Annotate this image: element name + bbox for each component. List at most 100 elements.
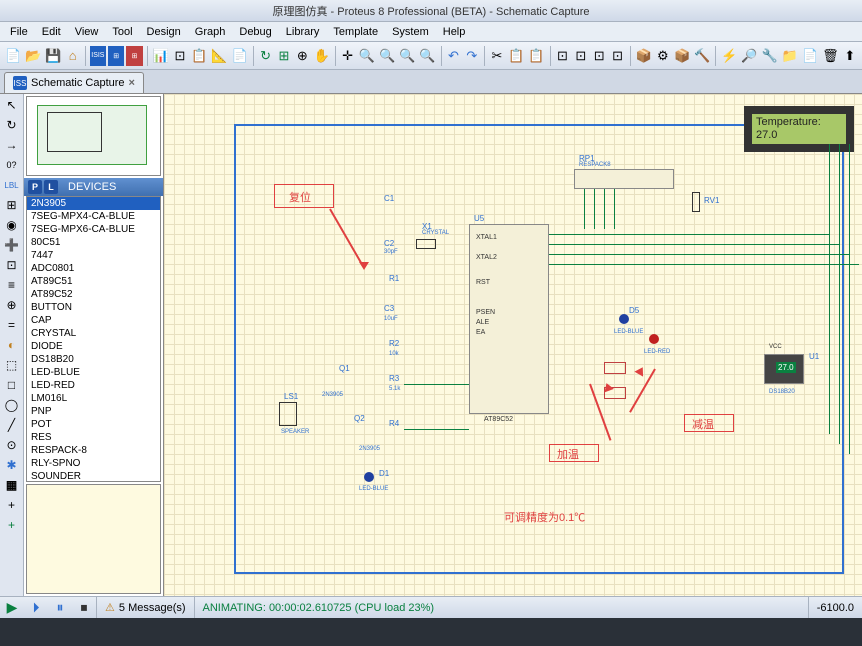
menu-library[interactable]: Library — [280, 24, 326, 40]
list-item[interactable]: DIODE — [27, 340, 160, 353]
wire-label-icon[interactable]: ⊞ — [2, 196, 22, 214]
copy-icon[interactable]: 📋 — [507, 46, 525, 66]
list-item[interactable]: 80C51 — [27, 236, 160, 249]
terminal-icon[interactable]: ≡ — [2, 276, 22, 294]
menu-help[interactable]: Help — [437, 24, 472, 40]
2d-path-icon[interactable]: ✱ — [2, 456, 22, 474]
list-item[interactable]: AT89C51 — [27, 275, 160, 288]
cut-icon[interactable]: ✂ — [489, 46, 505, 66]
tab-schematic[interactable]: ISS Schematic Capture × — [4, 72, 144, 93]
schematic-canvas[interactable]: Temperature: 27.0 U5 AT89C52 XTAL1 XTAL2… — [164, 94, 862, 596]
wire-auto-icon[interactable]: ⚡ — [720, 46, 738, 66]
step-button[interactable]: ⏵ — [25, 599, 47, 617]
undo-icon[interactable]: ↶ — [445, 46, 461, 66]
list-item[interactable]: SOUNDER — [27, 470, 160, 482]
button-heat[interactable] — [604, 362, 626, 374]
drc-icon[interactable]: 📐 — [210, 46, 228, 66]
vsm-icon[interactable]: ⊞ — [126, 46, 142, 66]
list-item[interactable]: 2N3905 — [27, 197, 160, 210]
menu-design[interactable]: Design — [141, 24, 187, 40]
home-icon[interactable]: ⌂ — [65, 46, 81, 66]
grid-icon[interactable]: ⊞ — [276, 46, 292, 66]
pause-button[interactable]: ⏸ — [49, 599, 71, 617]
graph-icon[interactable]: = — [2, 316, 22, 334]
package-icon[interactable]: 📦 — [673, 46, 691, 66]
block-move-icon[interactable]: ⊡ — [573, 46, 589, 66]
menu-debug[interactable]: Debug — [233, 24, 277, 40]
zoom-area-icon[interactable]: 🔍 — [418, 46, 436, 66]
menu-file[interactable]: File — [4, 24, 34, 40]
isis-icon[interactable]: ISIS — [90, 46, 106, 66]
open-icon[interactable]: 📂 — [24, 46, 42, 66]
menu-template[interactable]: Template — [327, 24, 384, 40]
new-sheet-icon[interactable]: 📄 — [801, 46, 819, 66]
text-script-icon[interactable]: ◉ — [2, 216, 22, 234]
list-item[interactable]: CRYSTAL — [27, 327, 160, 340]
play-button[interactable]: ▶ — [1, 599, 23, 617]
block-copy-icon[interactable]: ⊡ — [554, 46, 570, 66]
list-item[interactable]: 7SEG-MPX4-CA-BLUE — [27, 210, 160, 223]
close-icon[interactable]: × — [129, 77, 135, 89]
search-icon[interactable]: 🔎 — [740, 46, 758, 66]
pick-parts-icon[interactable]: P — [28, 180, 42, 194]
marker-icon[interactable]: + — [2, 516, 22, 534]
block-delete-icon[interactable]: ⊡ — [609, 46, 625, 66]
symbol-icon[interactable]: + — [2, 496, 22, 514]
stop-button[interactable]: ⏹ — [73, 599, 95, 617]
list-item[interactable]: RES — [27, 431, 160, 444]
redo-icon[interactable]: ↷ — [464, 46, 480, 66]
list-item[interactable]: ADC0801 — [27, 262, 160, 275]
2d-arc-icon[interactable]: ⊙ — [2, 436, 22, 454]
led-red[interactable] — [649, 334, 659, 344]
menu-system[interactable]: System — [386, 24, 435, 40]
ares-icon[interactable]: ⊞ — [108, 46, 124, 66]
menu-tool[interactable]: Tool — [106, 24, 138, 40]
overview-window[interactable] — [26, 96, 161, 176]
crystal[interactable] — [416, 239, 436, 249]
save-icon[interactable]: 💾 — [44, 46, 62, 66]
zoom-out-icon[interactable]: 🔍 — [378, 46, 396, 66]
decompose-icon[interactable]: 🔨 — [693, 46, 711, 66]
list-item[interactable]: POT — [27, 418, 160, 431]
make-icon[interactable]: ⚙ — [655, 46, 671, 66]
component-mode-icon[interactable]: → — [2, 136, 22, 154]
3d-icon[interactable]: 📊 — [152, 46, 170, 66]
led-blue-d1[interactable] — [364, 472, 374, 482]
messages-status[interactable]: ⚠ 5 Message(s) — [96, 597, 194, 618]
list-item[interactable]: BUTTON — [27, 301, 160, 314]
2d-circle-icon[interactable]: ╱ — [2, 416, 22, 434]
menu-edit[interactable]: Edit — [36, 24, 67, 40]
exit-to-parent-icon[interactable]: ⬆ — [842, 46, 858, 66]
origin-icon[interactable]: ⊕ — [294, 46, 310, 66]
subcircuit-icon[interactable]: ⊡ — [2, 256, 22, 274]
design-explorer-icon[interactable]: 📁 — [781, 46, 799, 66]
list-item[interactable]: CAP — [27, 314, 160, 327]
pick-icon[interactable]: 📦 — [635, 46, 653, 66]
respack[interactable] — [574, 169, 674, 189]
2d-box-icon[interactable]: ◯ — [2, 396, 22, 414]
pot-rv1[interactable] — [692, 192, 700, 212]
list-item[interactable]: RESPACK-8 — [27, 444, 160, 457]
menu-graph[interactable]: Graph — [189, 24, 232, 40]
list-item[interactable]: LED-RED — [27, 379, 160, 392]
list-item[interactable]: AT89C52 — [27, 288, 160, 301]
menu-view[interactable]: View — [69, 24, 105, 40]
list-item[interactable]: 7447 — [27, 249, 160, 262]
zoom-in-icon[interactable]: 🔍 — [358, 46, 376, 66]
list-item[interactable]: DS18B20 — [27, 353, 160, 366]
paste-icon[interactable]: 📋 — [527, 46, 545, 66]
refresh-icon[interactable]: ↻ — [257, 46, 273, 66]
center-icon[interactable]: ✛ — [339, 46, 355, 66]
led-blue-d5[interactable] — [619, 314, 629, 324]
list-item[interactable]: 7SEG-MPX6-CA-BLUE — [27, 223, 160, 236]
new-icon[interactable]: 📄 — [4, 46, 22, 66]
bus-icon[interactable]: ➕ — [2, 236, 22, 254]
generator-icon[interactable]: ⬚ — [2, 356, 22, 374]
report-icon[interactable]: 📄 — [230, 46, 248, 66]
gerber-icon[interactable]: ⊡ — [172, 46, 188, 66]
block-rotate-icon[interactable]: ⊡ — [591, 46, 607, 66]
list-item[interactable]: LED-BLUE — [27, 366, 160, 379]
speaker[interactable] — [279, 402, 297, 426]
libraries-icon[interactable]: L — [44, 180, 58, 194]
list-item[interactable]: RLY-SPNO — [27, 457, 160, 470]
